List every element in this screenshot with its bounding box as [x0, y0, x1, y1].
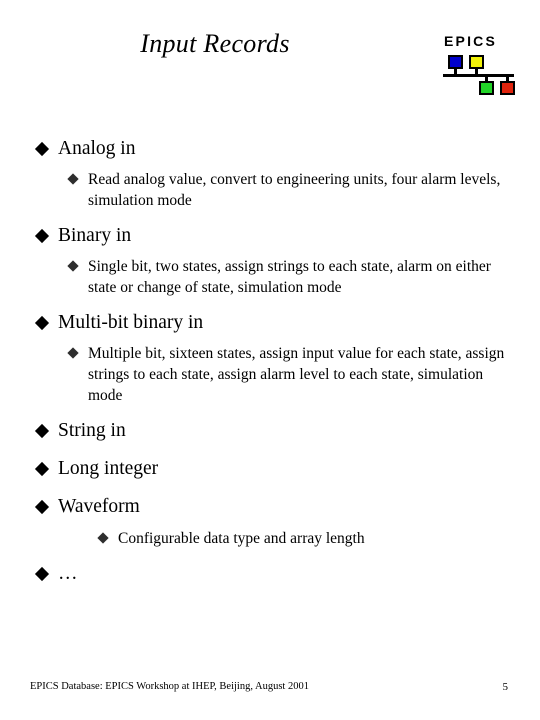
slide-footer: EPICS Database: EPICS Workshop at IHEP, …	[0, 680, 540, 696]
diamond-bullet-icon	[67, 347, 79, 359]
diamond-bullet-icon	[34, 315, 50, 331]
diamond-bullet-icon	[34, 423, 50, 439]
logo-node-yellow-icon	[469, 55, 484, 69]
bullet-item-binary-in: Binary in	[0, 223, 540, 249]
epics-network-diagram-icon	[441, 55, 521, 99]
footer-caption: EPICS Database: EPICS Workshop at IHEP, …	[30, 681, 309, 692]
slide: Input Records EPICS Analog in Read analo…	[0, 0, 540, 720]
bullet-text: Analog in	[58, 138, 136, 159]
diamond-bullet-icon	[34, 499, 50, 515]
epics-wordmark: EPICS	[444, 33, 498, 49]
diamond-bullet-icon	[97, 532, 109, 544]
bullet-text: …	[58, 563, 78, 584]
bullet-text: String in	[58, 420, 126, 441]
bullet-list: Analog in Read analog value, convert to …	[0, 124, 540, 587]
diamond-bullet-icon	[34, 461, 50, 477]
bullet-item-long-integer: Long integer	[0, 456, 540, 482]
bullet-item-string-in: String in	[0, 418, 540, 444]
bullet-item-waveform: Waveform	[0, 494, 540, 520]
bullet-text: Multi-bit binary in	[58, 312, 204, 333]
diamond-bullet-icon	[34, 141, 50, 157]
bullet-text: Read analog value, convert to engineerin…	[88, 171, 501, 209]
logo-node-red-icon	[500, 81, 515, 95]
bullet-text: Waveform	[58, 496, 140, 517]
bullet-item-waveform-detail: Configurable data type and array length	[0, 528, 540, 549]
diamond-bullet-icon	[67, 173, 79, 185]
bullet-text: Single bit, two states, assign strings t…	[88, 258, 491, 296]
bullet-item-ellipsis: …	[0, 561, 540, 587]
bullet-item-analog-in-detail: Read analog value, convert to engineerin…	[0, 169, 540, 211]
diamond-bullet-icon	[34, 228, 50, 244]
bullet-text: Configurable data type and array length	[118, 530, 365, 547]
bullet-item-multi-bit-binary-in: Multi-bit binary in	[0, 310, 540, 336]
diamond-bullet-icon	[34, 566, 50, 582]
bullet-text: Binary in	[58, 225, 132, 246]
bullet-text: Multiple bit, sixteen states, assign inp…	[88, 345, 505, 404]
bullet-text: Long integer	[58, 458, 159, 479]
page-title: Input Records	[140, 29, 290, 58]
page-number: 5	[502, 681, 509, 693]
logo-bus-line	[443, 74, 514, 77]
logo-node-blue-icon	[448, 55, 463, 69]
epics-logo: EPICS	[441, 33, 521, 99]
bullet-item-multi-bit-binary-in-detail: Multiple bit, sixteen states, assign inp…	[0, 343, 540, 406]
diamond-bullet-icon	[67, 260, 79, 272]
bullet-item-analog-in: Analog in	[0, 136, 540, 162]
bullet-item-binary-in-detail: Single bit, two states, assign strings t…	[0, 256, 540, 298]
logo-node-green-icon	[479, 81, 494, 95]
